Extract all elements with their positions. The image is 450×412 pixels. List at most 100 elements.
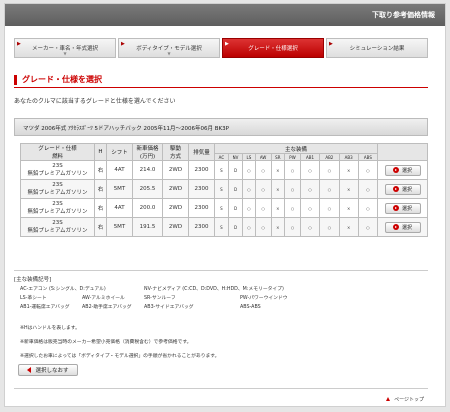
h-cell: 右: [94, 160, 107, 180]
top-bar: 下取り参考価格情報: [5, 4, 445, 26]
equip-col: PW: [284, 153, 301, 161]
heading-divider: [14, 87, 428, 88]
equip-col: AB1: [299, 153, 321, 161]
select-button[interactable]: 選択: [384, 164, 421, 176]
shift-cell: 4AT: [106, 198, 133, 218]
legend-row: LS-革シート AW-アルミホイール SR-サンルーフ PW-パワーウインドウ: [20, 294, 420, 303]
equip-cell: ○: [357, 198, 379, 218]
step-label: シミュレーション結果: [349, 46, 405, 52]
select-button[interactable]: 選択: [384, 221, 421, 233]
equip-cell: S: [214, 179, 229, 199]
h-cell: 右: [94, 217, 107, 237]
equip-col: AB2: [319, 153, 340, 161]
col-drive: 駆動 方式: [162, 143, 189, 161]
equip-cell: D: [227, 198, 244, 218]
legend-item: ABS-ABS: [240, 305, 261, 310]
equip-cell: ○: [242, 160, 256, 180]
equip-cell: ○: [299, 160, 321, 180]
reselect-label: 選択しなおす: [35, 368, 69, 374]
equip-col: AW: [254, 153, 272, 161]
equip-cell: S: [214, 198, 229, 218]
select-button[interactable]: 選択: [384, 202, 421, 214]
grade-name: 23S: [52, 182, 63, 188]
fuel-name: 無鉛プレミアムガソリン: [27, 171, 88, 177]
equip-cell: ○: [319, 179, 340, 199]
section-intro: あなたのクルマに該当するグレードと仕様を選んでください: [14, 98, 176, 105]
action-cell: 選択: [377, 179, 428, 199]
equip-cell: ○: [242, 179, 256, 199]
select-button[interactable]: 選択: [384, 183, 421, 195]
equip-cell: ○: [254, 217, 272, 237]
step-grade-select: ▶ グレード・仕様選択: [222, 38, 324, 58]
select-arrow-icon: [392, 186, 399, 192]
select-label: 選択: [401, 205, 412, 212]
drive-cell: 2WD: [162, 160, 189, 180]
displacement-cell: 2300: [188, 217, 215, 237]
equip-cell: ○: [284, 217, 301, 237]
displacement-cell: 2300: [188, 160, 215, 180]
h-cell: 右: [94, 198, 107, 218]
equip-col: ABS: [357, 153, 379, 161]
action-cell: 選択: [377, 198, 428, 218]
equip-col: NV: [227, 153, 244, 161]
equip-cell: S: [214, 217, 229, 237]
equip-col: AB3: [338, 153, 359, 161]
step-arrow-icon: ▶: [121, 41, 125, 47]
grade-cell: 23S 無鉛プレミアムガソリン: [20, 198, 95, 218]
equip-cell: ×: [270, 179, 286, 199]
grade-row: 23S 無鉛プレミアムガソリン右 4AT 214.0 2WD 2300 S D ○ ○ × ○ ○ ○ × ○…: [20, 160, 428, 180]
select-arrow-icon: [392, 167, 399, 173]
step-down-icon: ▼: [167, 51, 171, 56]
legend: AC-エアコン (S:シングル、D:デュアル) NV-ナビメディア (C:CD、…: [20, 285, 420, 312]
col-drive-label2: 方式: [169, 154, 181, 160]
legend-item: PW-パワーウインドウ: [240, 296, 288, 301]
grade-row: 23S 無鉛プレミアムガソリン右 5MT 205.5 2WD 2300 S D ○ ○ × ○ ○ ○ × ○…: [20, 179, 428, 199]
col-drive-label: 駆動: [169, 146, 181, 152]
col-price-label: 新車価格: [136, 146, 159, 152]
page-top-label: ページトップ: [394, 397, 424, 403]
up-arrow-icon: [385, 397, 390, 401]
price-cell: 214.0: [132, 160, 163, 180]
step-body-type-select[interactable]: ▶ ボディタイプ・モデル選択 ▼: [118, 38, 220, 58]
section-heading: グレード・仕様を選択: [14, 74, 102, 85]
note-item: ※新車価格は販売当時のメーカー希望小売価格（消費税含む）で参考価格です。: [20, 340, 192, 345]
step-down-icon: ▼: [63, 51, 67, 56]
select-label: 選択: [401, 224, 412, 231]
legend-item: AB1-運転席エアバッグ: [20, 305, 70, 310]
footer-divider: [14, 388, 428, 389]
shift-cell: 5MT: [106, 217, 133, 237]
notes: ※Hはハンドルを表します。 ※新車価格は販売当時のメーカー希望小売価格（消費税含…: [20, 322, 219, 364]
equip-cell: ×: [270, 217, 286, 237]
col-displacement: 排気量: [188, 143, 215, 161]
equip-cell: ×: [338, 217, 359, 237]
equip-cell: ○: [357, 160, 379, 180]
legend-row: AC-エアコン (S:シングル、D:デュアル) NV-ナビメディア (C:CD、…: [20, 285, 420, 294]
legend-divider: [14, 270, 428, 271]
grade-table-body: 23S 無鉛プレミアムガソリン右 4AT 214.0 2WD 2300 S D ○ ○ × ○ ○ ○ × ○…: [20, 160, 428, 237]
fuel-name: 無鉛プレミアムガソリン: [27, 228, 88, 234]
note-item: ※Hはハンドルを表します。: [20, 326, 80, 331]
equip-col: AC: [214, 153, 229, 161]
select-arrow-icon: [392, 224, 399, 230]
equip-cell: ○: [357, 179, 379, 199]
equip-cell: ×: [338, 179, 359, 199]
equip-cell: ×: [270, 198, 286, 218]
equip-cell: S: [214, 160, 229, 180]
grade-row: 23S 無鉛プレミアムガソリン右 4AT 200.0 2WD 2300 S D ○ ○ × ○ ○ ○ × ○…: [20, 198, 428, 218]
col-equipment: 主な装備: [214, 142, 378, 155]
drive-cell: 2WD: [162, 217, 189, 237]
col-fuel-label: 燃料: [51, 154, 63, 160]
action-cell: 選択: [377, 217, 428, 237]
step-simulation-result: ▶ シミュレーション結果: [326, 38, 428, 58]
legend-item: NV-ナビメディア (C:CD、D:DVD、H:HDD、M:メモリータイプ): [144, 287, 284, 292]
car-info-bar: マツダ 2006年式 ｱｸｾﾗｽﾎﾟｰﾂ 5ドアハッチバック 2005年11月〜…: [14, 118, 428, 136]
step-maker-select[interactable]: ▶ メーカー・車名・年式選択 ▼: [14, 38, 116, 58]
select-label: 選択: [401, 167, 412, 174]
equip-cell: ○: [242, 198, 256, 218]
fuel-name: 無鉛プレミアムガソリン: [27, 190, 88, 196]
grade-name: 23S: [52, 201, 63, 207]
grade-row: 23S 無鉛プレミアムガソリン右 5MT 191.5 2WD 2300 S D ○ ○ × ○ ○ ○ × ○…: [20, 217, 428, 237]
page-top-link[interactable]: ページトップ: [385, 396, 424, 403]
equip-cell: D: [227, 217, 244, 237]
reselect-button[interactable]: 選択しなおす: [18, 364, 78, 376]
